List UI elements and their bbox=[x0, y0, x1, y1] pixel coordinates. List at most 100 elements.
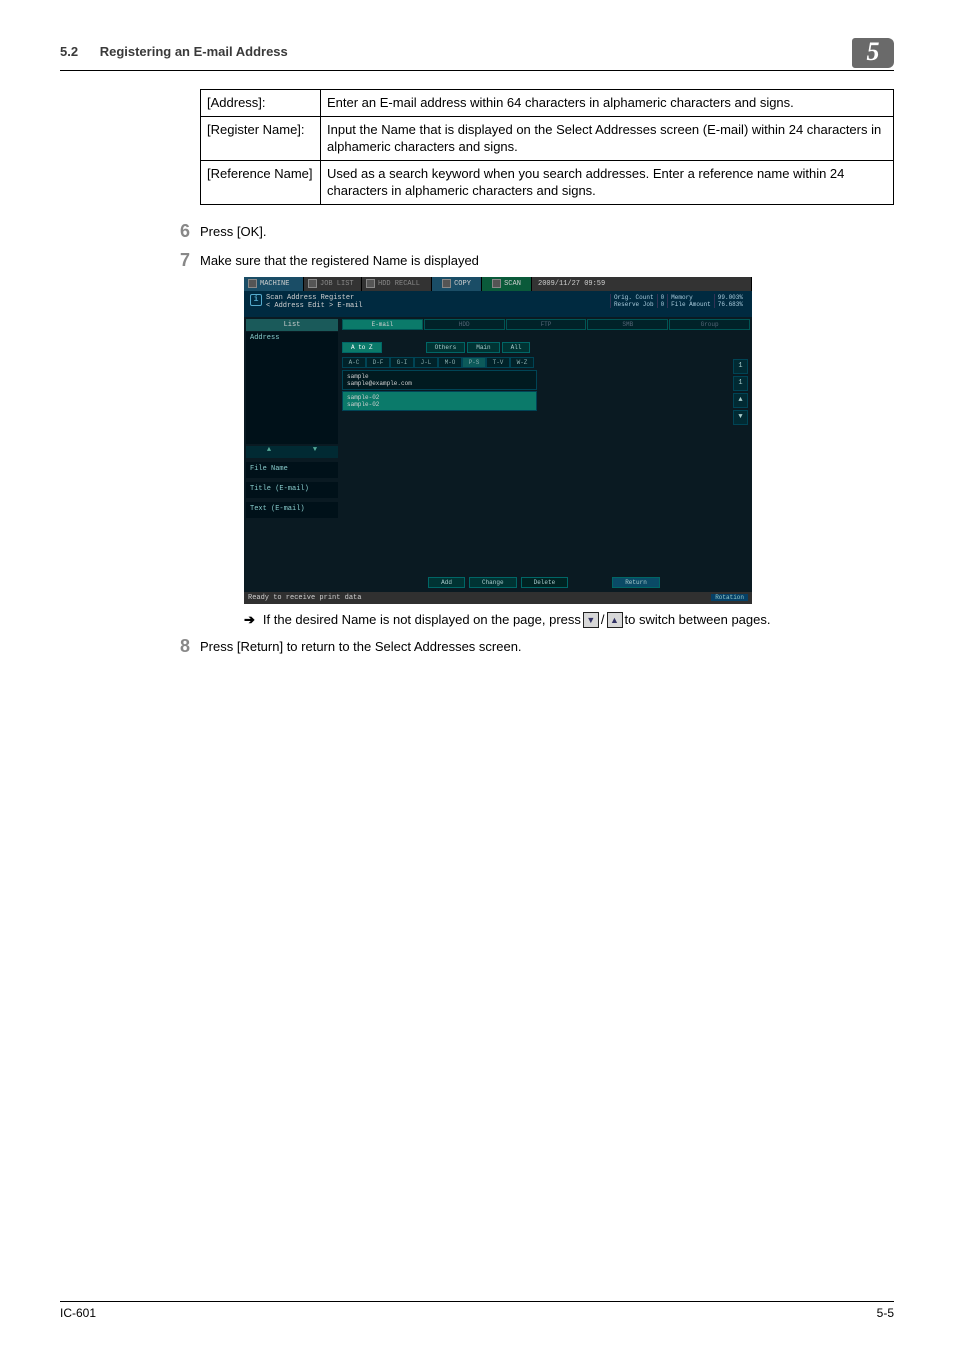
tab-hdd-recall[interactable]: HDD RECALL bbox=[362, 277, 432, 291]
step-number: 6 bbox=[160, 221, 190, 242]
tab-label: SCAN bbox=[504, 280, 521, 288]
tab-scan[interactable]: SCAN bbox=[482, 277, 532, 291]
add-button[interactable]: Add bbox=[428, 577, 465, 588]
side-label: Address bbox=[250, 334, 279, 342]
down-arrow-icon[interactable]: ▼ bbox=[292, 446, 338, 458]
breadcrumb: < Address Edit > E-mail bbox=[266, 302, 363, 310]
filter-atoz[interactable]: A to Z bbox=[342, 342, 382, 353]
counter-value: 99.003% bbox=[714, 294, 746, 301]
alpha-tv[interactable]: T-V bbox=[486, 357, 510, 368]
note-sep: / bbox=[601, 612, 605, 627]
entry-detail: sample@example.com bbox=[347, 380, 532, 387]
model-id: IC-601 bbox=[60, 1306, 96, 1320]
filter-others[interactable]: Others bbox=[426, 342, 466, 353]
arrow-icon: ➔ bbox=[244, 612, 255, 628]
scroll-controls: 1 1 ▲ ▼ bbox=[733, 359, 748, 427]
tab-copy[interactable]: COPY bbox=[432, 277, 482, 291]
up-button-icon[interactable]: ▲ bbox=[607, 612, 623, 628]
table-row: [Register Name]: Input the Name that is … bbox=[201, 116, 894, 160]
down-button-icon[interactable]: ▼ bbox=[583, 612, 599, 628]
step-number: 7 bbox=[160, 250, 190, 271]
filter-row: A to Z Others Main All bbox=[342, 342, 750, 353]
alpha-row: A-C D-F G-I J-L M-O P-S T-V W-Z bbox=[342, 357, 750, 368]
scroll-down-icon[interactable]: ▼ bbox=[733, 410, 748, 425]
counter-label: Memory bbox=[668, 294, 715, 301]
side-title[interactable]: Title (E-mail) bbox=[246, 482, 338, 498]
main-column: E-mail HDD FTP SMB Group A to Z Others M… bbox=[338, 319, 750, 590]
machine-icon bbox=[248, 279, 257, 288]
field-label: [Reference Name] bbox=[201, 160, 321, 204]
tab-label: JOB LIST bbox=[320, 280, 354, 288]
step-6: 6 Press [OK]. bbox=[160, 221, 894, 242]
alpha-ps[interactable]: P-S bbox=[462, 357, 486, 368]
side-tab-list[interactable]: List bbox=[246, 319, 338, 331]
delete-button[interactable]: Delete bbox=[521, 577, 569, 588]
page-current: 1 bbox=[733, 359, 748, 374]
tab-label: COPY bbox=[454, 280, 471, 288]
alpha-mo[interactable]: M-O bbox=[438, 357, 462, 368]
step-8: 8 Press [Return] to return to the Select… bbox=[160, 636, 894, 657]
side-file-name[interactable]: File Name bbox=[246, 462, 338, 478]
tab-machine[interactable]: MACHINE bbox=[244, 277, 304, 291]
side-column: List Address ▲ ▼ File Name Title (E-mail… bbox=[246, 319, 338, 590]
tab-joblist[interactable]: JOB LIST bbox=[304, 277, 362, 291]
field-label: [Register Name]: bbox=[201, 116, 321, 160]
status-bar: Ready to receive print data Rotation bbox=[244, 592, 752, 604]
alpha-gi[interactable]: G-I bbox=[390, 357, 414, 368]
section-title: Registering an E-mail Address bbox=[100, 44, 288, 59]
info-band: i Scan Address Register < Address Edit >… bbox=[244, 291, 752, 317]
alpha-df[interactable]: D-F bbox=[366, 357, 390, 368]
cat-tab-ftp[interactable]: FTP bbox=[506, 319, 587, 330]
list-icon bbox=[308, 279, 317, 288]
page-header: 5.2 Registering an E-mail Address 5 bbox=[60, 38, 894, 71]
cat-tab-email[interactable]: E-mail bbox=[342, 319, 423, 330]
address-entry[interactable]: sample sample@example.com bbox=[342, 370, 537, 390]
embedded-screenshot: MACHINE JOB LIST HDD RECALL COPY SCAN 20… bbox=[244, 277, 752, 604]
cat-tab-group[interactable]: Group bbox=[669, 319, 750, 330]
timestamp: 2009/11/27 09:59 bbox=[538, 280, 605, 288]
breadcrumb: Scan Address Register bbox=[266, 294, 363, 302]
top-tab-bar: MACHINE JOB LIST HDD RECALL COPY SCAN 20… bbox=[244, 277, 752, 291]
step-7: 7 Make sure that the registered Name is … bbox=[160, 250, 894, 271]
tab-label: MACHINE bbox=[260, 280, 289, 288]
hdd-icon bbox=[366, 279, 375, 288]
alpha-wz[interactable]: W-Z bbox=[510, 357, 534, 368]
up-arrow-icon[interactable]: ▲ bbox=[246, 446, 292, 458]
info-icon: i bbox=[250, 294, 262, 306]
status-counters: Orig. Count 0 Memory 99.003% Reserve Job… bbox=[610, 294, 746, 314]
status-text: Ready to receive print data bbox=[248, 594, 361, 602]
counter-value: 76.683% bbox=[714, 301, 746, 308]
table-row: [Reference Name] Used as a search keywor… bbox=[201, 160, 894, 204]
page-number: 5-5 bbox=[877, 1306, 894, 1320]
timestamp-area: 2009/11/27 09:59 bbox=[532, 277, 752, 291]
cat-tab-hdd[interactable]: HDD bbox=[424, 319, 505, 330]
entry-name: sample bbox=[347, 373, 532, 380]
counter-label: Orig. Count bbox=[610, 294, 657, 301]
bottom-buttons: Add Change Delete Return bbox=[342, 577, 746, 588]
alpha-ac[interactable]: A-C bbox=[342, 357, 366, 368]
field-desc: Used as a search keyword when you search… bbox=[321, 160, 894, 204]
step-text: Make sure that the registered Name is di… bbox=[200, 250, 894, 268]
chapter-badge: 5 bbox=[852, 38, 894, 68]
side-text[interactable]: Text (E-mail) bbox=[246, 502, 338, 518]
screenshot-body: List Address ▲ ▼ File Name Title (E-mail… bbox=[244, 317, 752, 592]
step-number: 8 bbox=[160, 636, 190, 657]
note-text-pre: If the desired Name is not displayed on … bbox=[263, 612, 581, 627]
scroll-up-icon[interactable]: ▲ bbox=[733, 393, 748, 408]
side-pager: ▲ ▼ bbox=[246, 446, 338, 458]
address-entry-selected[interactable]: sample-02 sample-02 bbox=[342, 391, 537, 411]
filter-main[interactable]: Main bbox=[467, 342, 499, 353]
tab-label: HDD RECALL bbox=[378, 280, 420, 288]
return-button[interactable]: Return bbox=[612, 577, 660, 588]
alpha-jl[interactable]: J-L bbox=[414, 357, 438, 368]
copy-icon bbox=[442, 279, 451, 288]
filter-all[interactable]: All bbox=[502, 342, 531, 353]
counter-label: Reserve Job bbox=[610, 301, 657, 308]
step-text: Press [OK]. bbox=[200, 221, 894, 239]
section-number: 5.2 bbox=[60, 44, 78, 59]
change-button[interactable]: Change bbox=[469, 577, 517, 588]
field-label: [Address]: bbox=[201, 90, 321, 117]
counter-value: 0 bbox=[657, 301, 668, 308]
field-desc: Enter an E-mail address within 64 charac… bbox=[321, 90, 894, 117]
cat-tab-smb[interactable]: SMB bbox=[587, 319, 668, 330]
